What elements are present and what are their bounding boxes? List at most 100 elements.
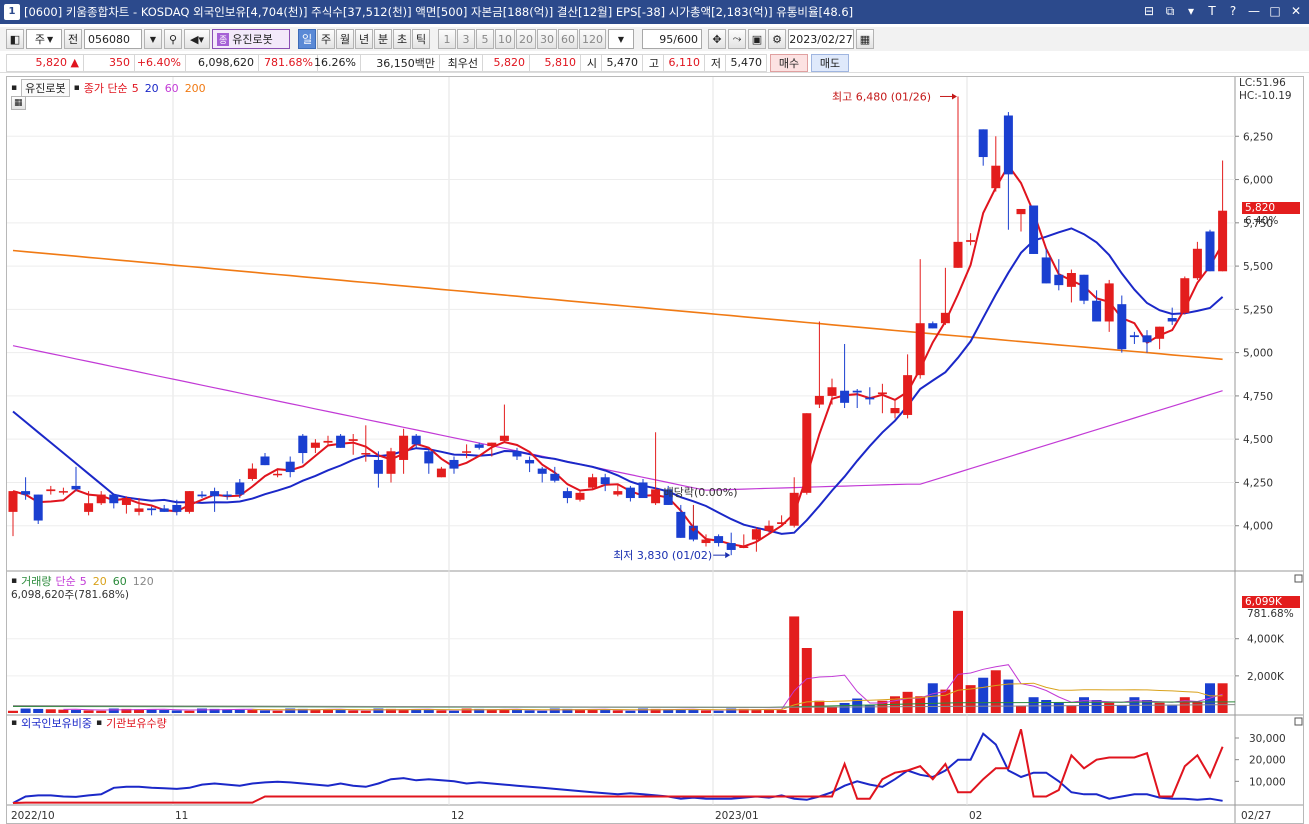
tab-period-주[interactable]: 주 [317, 29, 335, 49]
close-icon[interactable]: ✕ [1287, 3, 1305, 20]
candle-body [210, 491, 220, 497]
volume-bar [58, 709, 69, 713]
volume-bar [1104, 702, 1115, 713]
candle-body [991, 165, 1001, 189]
minimize-all-icon[interactable]: ⊟ [1140, 3, 1158, 20]
volume-bar [953, 610, 963, 713]
table-icon[interactable]: ▦ [11, 96, 26, 110]
interval-button-10[interactable]: 10 [495, 29, 515, 49]
interval-button-5[interactable]: 5 [476, 29, 494, 49]
legend-vol-ma-20[interactable]: 20 [93, 575, 107, 588]
period-select[interactable]: 주 ▼ [26, 29, 62, 49]
legend-ma-20[interactable]: 20 [145, 82, 159, 95]
prev-button[interactable]: 전 [64, 29, 82, 49]
candle-body [852, 390, 862, 393]
candle-body [361, 453, 371, 455]
y-tick-label: 5,500 [1243, 261, 1273, 273]
count-input[interactable]: 95/600 [642, 29, 702, 49]
interval-button-30[interactable]: 30 [537, 29, 557, 49]
volume-bar [20, 708, 31, 713]
foreign-y-tick: 10,000 [1249, 776, 1286, 788]
speaker-icon[interactable]: ◀▾ [184, 29, 210, 49]
sell-button[interactable]: 매도 [811, 53, 849, 72]
tab-period-일[interactable]: 일 [298, 29, 316, 49]
candle-body [1029, 205, 1039, 254]
candle-body [436, 468, 446, 478]
search-icon[interactable]: ⚲ [164, 29, 182, 49]
code-dropdown-icon[interactable]: ▼ [144, 29, 162, 49]
candle-body [1218, 210, 1228, 272]
screen-number-icon[interactable]: 1 [4, 4, 20, 20]
minimize-icon[interactable]: — [1245, 3, 1263, 20]
tab-period-분[interactable]: 분 [374, 29, 392, 49]
help-icon[interactable]: ? [1224, 3, 1242, 20]
foreign-ratio-label[interactable]: 외국인보유비중 [21, 715, 92, 731]
legend-vol-ma-5[interactable]: 5 [80, 575, 87, 588]
candle-body [1079, 274, 1089, 301]
interval-button-120[interactable]: 120 [579, 29, 606, 49]
candle-body [714, 536, 724, 544]
interval-button-3[interactable]: 3 [457, 29, 475, 49]
buy-button[interactable]: 매수 [770, 53, 808, 72]
candle-body [273, 473, 283, 476]
volume-bar [524, 710, 535, 713]
institution-holding-label[interactable]: 기관보유수량 [106, 715, 167, 731]
legend-ma-200[interactable]: 200 [185, 82, 206, 95]
draw-tool-icon[interactable]: ⤳ [728, 29, 746, 49]
volume-bar [197, 708, 207, 713]
crosshair-icon[interactable]: ✥ [708, 29, 726, 49]
candle-body [588, 477, 598, 488]
candle-body [840, 390, 850, 403]
legend-ma-60[interactable]: 60 [165, 82, 179, 95]
menu-icon[interactable]: ▾ [1182, 3, 1200, 20]
interval-button-20[interactable]: 20 [516, 29, 536, 49]
candle-body [298, 435, 308, 454]
volume-bar [348, 710, 359, 713]
tab-period-초[interactable]: 초 [393, 29, 411, 49]
save-icon[interactable]: ▣ [748, 29, 766, 49]
tab-period-년[interactable]: 년 [355, 29, 373, 49]
volume-bar [940, 689, 951, 713]
calendar-icon[interactable]: ▦ [856, 29, 874, 49]
font-icon[interactable]: T [1203, 3, 1221, 20]
low-arrow-icon [725, 552, 731, 559]
volume-bar [184, 710, 195, 713]
chart-toolbar: ◧ 주 ▼ 전 056080 ▼ ⚲ ◀▾ 종 유진로봇 일주월년분초틱 1351… [0, 27, 1309, 51]
interval-dropdown[interactable]: ▼ [608, 29, 634, 49]
legend-vol-ma-60[interactable]: 60 [113, 575, 127, 588]
legend-vol-ma-120[interactable]: 120 [133, 575, 154, 588]
stock-code-input[interactable]: 056080 [84, 29, 142, 49]
legend-ma-label[interactable]: 종가 단순 [84, 80, 128, 96]
best-quote-label: 최우선 [439, 53, 483, 72]
volume-bar [827, 707, 837, 713]
chart-canvas[interactable]: 6,2506,0005,7505,5005,2505,0004,7504,500… [7, 77, 1303, 823]
volume-bar [272, 710, 283, 713]
volume-bar [360, 710, 371, 713]
gear-icon[interactable]: ⚙ [768, 29, 786, 49]
stock-name-box[interactable]: 종 유진로봇 [212, 29, 290, 49]
volume-value-label: 6,098,620주(781.68%) [11, 589, 130, 601]
candle-body [525, 459, 535, 464]
candle-body [701, 539, 711, 544]
low-label: 저 [704, 53, 726, 72]
volume-bar [8, 710, 18, 713]
restore-icon[interactable]: ⧉ [1161, 3, 1179, 20]
maximize-icon[interactable]: □ [1266, 3, 1284, 20]
volume-bar [247, 710, 258, 713]
y-tick-label: 5,000 [1243, 348, 1273, 360]
candle-body [411, 435, 421, 445]
date-input[interactable]: 2023/02/27 [788, 29, 854, 49]
turnover: 16.26% [314, 53, 361, 72]
tab-period-틱[interactable]: 틱 [412, 29, 430, 49]
candle-body [638, 482, 648, 499]
legend-ma-5[interactable]: 5 [132, 82, 139, 95]
price-value: 5,820 [35, 56, 68, 69]
trade-amount: 36,150백만 [360, 53, 440, 72]
layout-icon[interactable]: ◧ [6, 29, 24, 49]
interval-button-60[interactable]: 60 [558, 29, 578, 49]
chart-area[interactable]: 6,250 6,000 5,750 5,500 5,250 5,000 4,750 4,500… [6, 76, 1304, 824]
interval-button-1[interactable]: 1 [438, 29, 456, 49]
tab-period-월[interactable]: 월 [336, 29, 354, 49]
legend-stock-name[interactable]: 유진로봇 [21, 79, 70, 97]
window-title: [0600] 키움종합차트 - KOSDAQ 외국인보유[4,704(천)] 주… [24, 5, 854, 19]
